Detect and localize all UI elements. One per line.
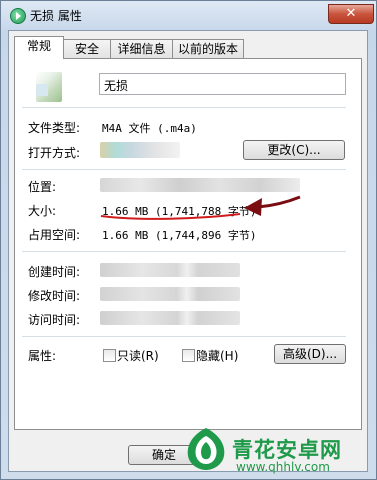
annotation-overlay [100, 195, 301, 220]
annotation-arrow-shaft [257, 195, 301, 209]
watermark-logo-icon [187, 428, 225, 470]
watermark: 青花安卓网 www.qhhlv.com [180, 420, 377, 480]
tab-general[interactable]: 常规 [14, 36, 64, 59]
red-underline [100, 213, 241, 220]
annotation-arrow-head [244, 198, 262, 216]
watermark-url: www.qhhlv.com [236, 460, 330, 474]
